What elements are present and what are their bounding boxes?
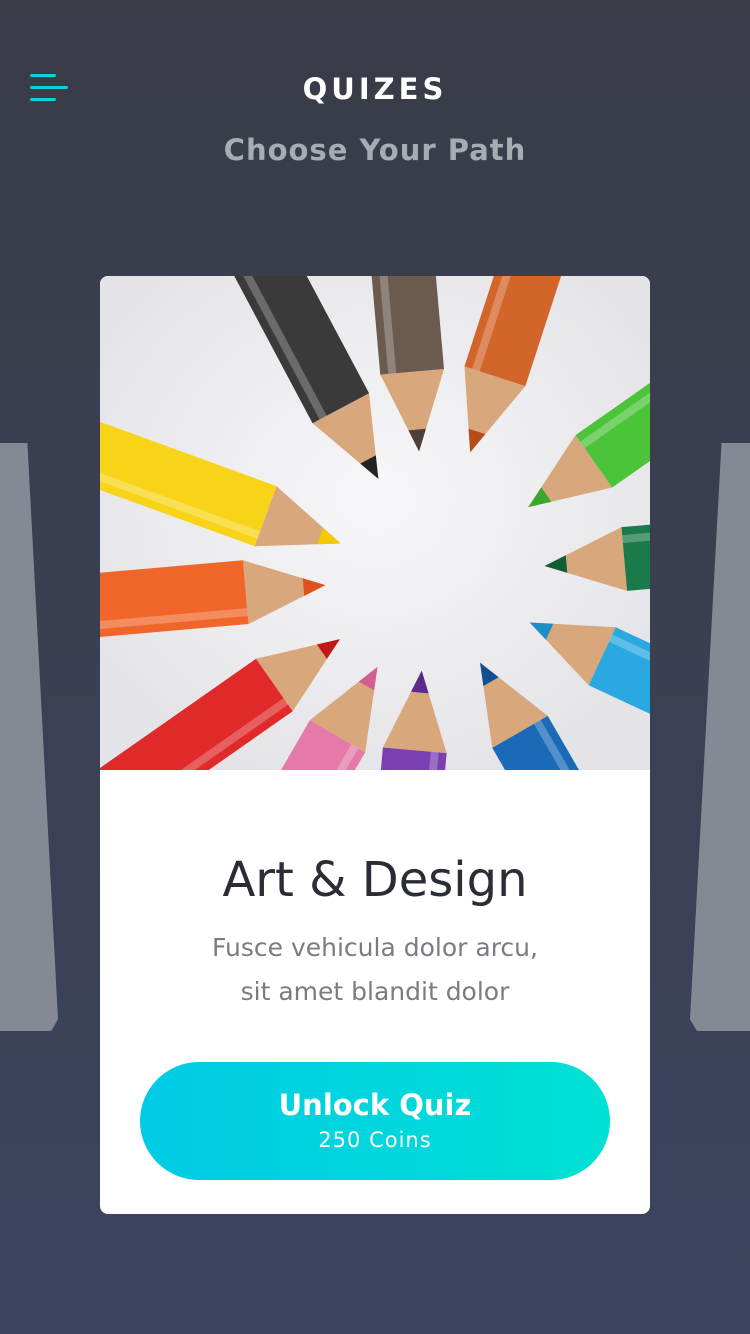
- colored-pencils-image: [100, 276, 650, 770]
- page-title: QUIZES: [302, 72, 448, 106]
- quiz-description-line: Fusce vehicula dolor arcu,: [212, 933, 538, 962]
- unlock-button-price: 250 Coins: [318, 1128, 432, 1152]
- unlock-button-label: Unlock Quiz: [278, 1088, 472, 1122]
- quiz-description: Fusce vehicula dolor arcu, sit amet blan…: [100, 926, 650, 1014]
- quiz-description-line: sit amet blandit dolor: [240, 977, 510, 1006]
- quiz-card: Art & Design Fusce vehicula dolor arcu, …: [100, 276, 650, 1214]
- page-subtitle: Choose Your Path: [223, 133, 527, 167]
- quiz-title: Art & Design: [222, 852, 528, 908]
- previous-quiz-card[interactable]: [0, 443, 58, 1031]
- next-quiz-card[interactable]: [690, 443, 750, 1031]
- unlock-quiz-button[interactable]: Unlock Quiz 250 Coins: [140, 1062, 610, 1180]
